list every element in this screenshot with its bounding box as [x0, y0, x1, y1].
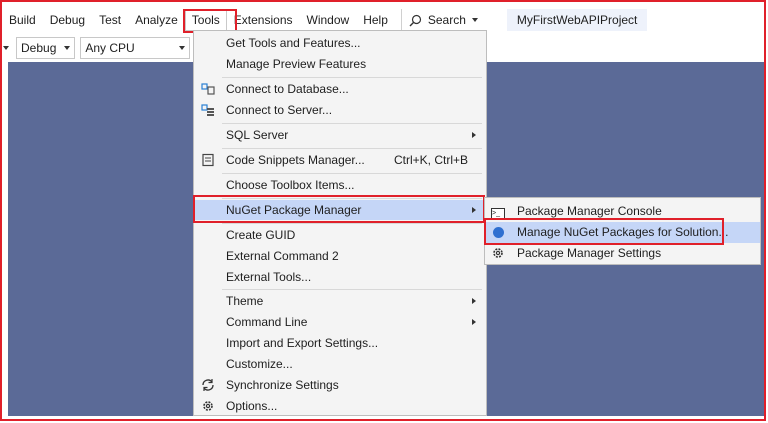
menu-item-options[interactable]: Options...	[194, 396, 486, 416]
menu-separator	[222, 173, 482, 174]
menu-item-label: Connect to Database...	[226, 82, 349, 96]
menu-item-theme[interactable]: Theme	[194, 291, 486, 311]
chevron-down-icon	[64, 46, 71, 50]
menu-item-import-export[interactable]: Import and Export Settings...	[194, 333, 486, 353]
menu-item-label: Synchronize Settings	[226, 378, 339, 392]
menu-extensions[interactable]: Extensions	[227, 9, 300, 31]
menu-item-label: Import and Export Settings...	[226, 336, 379, 350]
menu-build[interactable]: Build	[2, 9, 43, 31]
menu-item-external-command[interactable]: External Command 2	[194, 246, 486, 266]
menu-separator	[222, 198, 482, 199]
menu-item-create-guid[interactable]: Create GUID	[194, 225, 486, 245]
menu-separator	[222, 289, 482, 290]
menu-test[interactable]: Test	[92, 9, 128, 31]
menu-help[interactable]: Help	[356, 9, 395, 31]
chevron-down-icon	[179, 46, 186, 50]
menu-separator	[222, 123, 482, 124]
submenu-item-settings[interactable]: Package Manager Settings	[485, 243, 760, 264]
menu-item-choose-toolbox[interactable]: Choose Toolbox Items...	[194, 175, 486, 195]
menu-item-label: External Command 2	[226, 249, 339, 263]
gear-icon	[491, 246, 505, 260]
menu-window[interactable]: Window	[300, 9, 357, 31]
submenu-item-console[interactable]: >_ Package Manager Console	[485, 201, 760, 222]
menu-item-external-tools[interactable]: External Tools...	[194, 267, 486, 287]
chevron-right-icon	[472, 132, 476, 138]
configuration-value: Debug	[21, 41, 57, 55]
search-label: Search	[427, 13, 466, 27]
platform-value: Any CPU	[85, 41, 135, 55]
toolbar: Debug Any CPU	[2, 36, 195, 60]
chevron-right-icon	[472, 207, 476, 213]
platform-select[interactable]: Any CPU	[80, 37, 191, 59]
menu-item-label: Manage Preview Features	[226, 57, 367, 71]
submenu-item-label: Manage NuGet Packages for Solution...	[517, 225, 729, 239]
menu-item-label: Options...	[226, 399, 278, 413]
search-box[interactable]: Search	[400, 9, 485, 31]
toolbar-overflow[interactable]	[2, 38, 10, 58]
search-icon	[409, 14, 421, 26]
menu-item-label: SQL Server	[226, 128, 289, 142]
menu-item-nuget[interactable]: NuGet Package Manager	[194, 200, 486, 220]
chevron-down-icon	[471, 18, 478, 22]
nuget-submenu: >_ Package Manager Console Manage NuGet …	[484, 197, 761, 265]
menu-item-label: Get Tools and Features...	[226, 36, 361, 50]
menu-item-sync-settings[interactable]: Synchronize Settings	[194, 375, 486, 395]
menu-item-label: Choose Toolbox Items...	[226, 178, 355, 192]
menu-item-label: External Tools...	[226, 270, 312, 284]
menu-item-connect-server[interactable]: Connect to Server...	[194, 100, 486, 120]
server-connect-icon	[201, 103, 215, 117]
shortcut-text: Ctrl+K, Ctrl+B	[393, 153, 468, 167]
database-connect-icon	[201, 82, 215, 96]
submenu-item-label: Package Manager Settings	[517, 246, 662, 260]
menu-tools[interactable]: Tools	[184, 9, 227, 31]
menu-item-connect-database[interactable]: Connect to Database...	[194, 79, 486, 99]
chevron-right-icon	[472, 319, 476, 325]
menu-item-label: NuGet Package Manager	[226, 203, 362, 217]
configuration-select[interactable]: Debug	[16, 37, 76, 59]
menu-item-manage-preview[interactable]: Manage Preview Features	[194, 54, 486, 74]
sync-icon	[201, 378, 215, 392]
menu-item-label: Theme	[226, 294, 264, 308]
nuget-icon	[491, 225, 505, 239]
menu-separator	[222, 77, 482, 78]
chevron-right-icon	[472, 298, 476, 304]
menu-analyze[interactable]: Analyze	[128, 9, 185, 31]
project-name: MyFirstWebAPIProject	[506, 9, 648, 31]
console-icon: >_	[491, 204, 505, 220]
menu-item-command-line[interactable]: Command Line	[194, 312, 486, 332]
menu-item-label: Create GUID	[226, 228, 296, 242]
gear-icon	[201, 399, 215, 413]
menu-bar: Build Debug Test Analyze Tools Extension…	[2, 8, 648, 32]
snippet-icon	[201, 153, 215, 167]
menu-item-label: Code Snippets Manager...	[226, 153, 365, 167]
menu-separator	[222, 223, 482, 224]
menu-item-customize[interactable]: Customize...	[194, 354, 486, 374]
menu-item-label: Command Line	[226, 315, 308, 329]
menu-item-code-snippets[interactable]: Code Snippets Manager... Ctrl+K, Ctrl+B	[194, 150, 486, 170]
tools-menu: Get Tools and Features... Manage Preview…	[193, 30, 487, 416]
menu-item-label: Customize...	[226, 357, 293, 371]
menu-separator	[222, 148, 482, 149]
menu-item-get-tools[interactable]: Get Tools and Features...	[194, 33, 486, 53]
menu-debug[interactable]: Debug	[43, 9, 92, 31]
submenu-item-manage-packages[interactable]: Manage NuGet Packages for Solution...	[485, 222, 760, 243]
submenu-item-label: Package Manager Console	[517, 204, 662, 218]
chevron-down-icon	[3, 46, 9, 50]
menu-item-label: Connect to Server...	[226, 103, 333, 117]
menu-item-sql-server[interactable]: SQL Server	[194, 125, 486, 145]
